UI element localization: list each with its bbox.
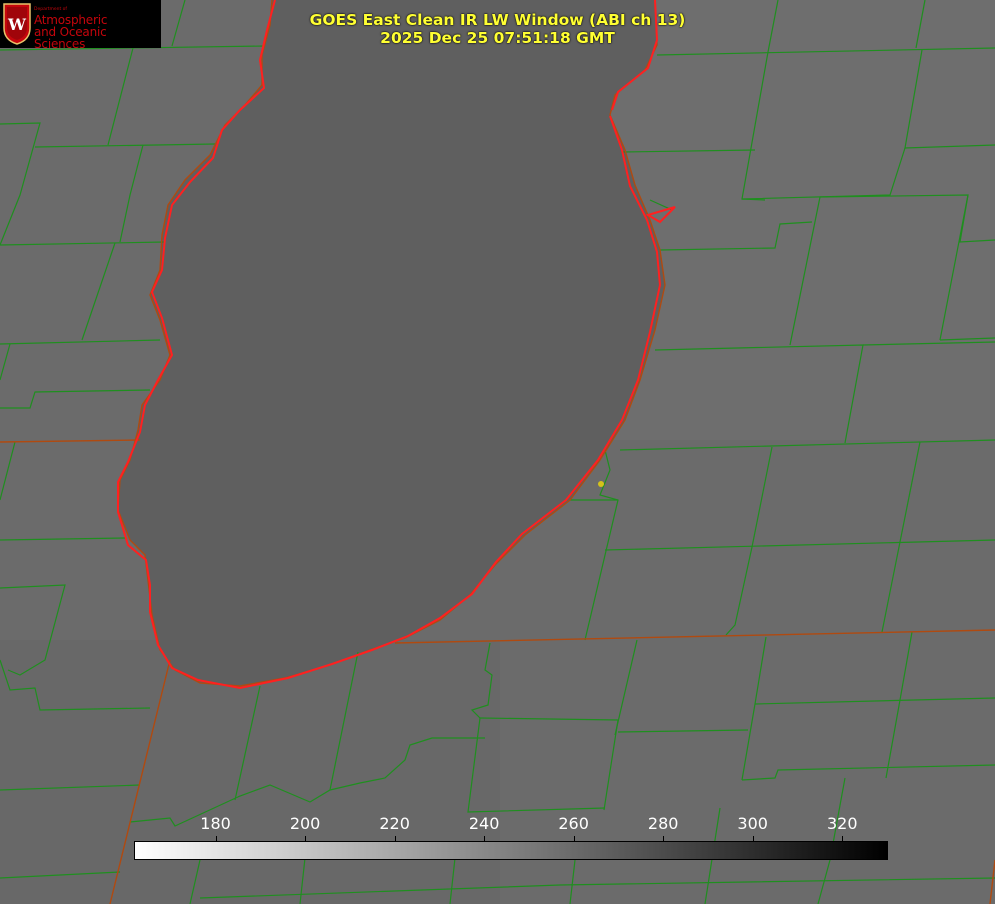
colorbar-tick-mark xyxy=(573,836,575,841)
colorbar-tick-mark xyxy=(484,836,486,841)
colorbar-legend: 180 200 220 240 260 280 300 320 xyxy=(134,814,888,860)
dept-name: Department of Atmospheric and Oceanic Sc… xyxy=(34,7,161,51)
colorbar-tick-label: 220 xyxy=(379,814,410,833)
location-marker xyxy=(598,481,604,487)
colorbar-gradient xyxy=(134,841,888,860)
title-product: GOES East Clean IR LW Window (ABI ch 13) xyxy=(309,11,686,29)
colorbar-tick-label: 280 xyxy=(647,814,679,833)
seal-letter: W xyxy=(8,14,26,34)
colorbar-tick-mark xyxy=(842,836,844,841)
colorbar-tick-label: 200 xyxy=(289,814,321,833)
logo-dept-label: Department of xyxy=(34,7,67,12)
colorbar-tick-label: 240 xyxy=(468,814,500,833)
title-timestamp: 2025 Dec 25 07:51:18 GMT xyxy=(380,29,615,47)
colorbar-tick-mark xyxy=(394,836,396,841)
image-title: GOES East Clean IR LW Window (ABI ch 13)… xyxy=(200,11,795,47)
colorbar-tick-mark xyxy=(663,836,665,841)
colorbar-tick-mark xyxy=(752,836,754,841)
colorbar-tick-label: 260 xyxy=(558,814,589,833)
logo-line2: and Oceanic Sciences xyxy=(34,24,107,51)
colorbar-tick-mark xyxy=(305,836,307,841)
colorbar-tick-label: 320 xyxy=(826,814,858,833)
colorbar-tick-label: 300 xyxy=(737,814,768,833)
dept-logo: W Department of Atmospheric and Oceanic … xyxy=(0,0,161,51)
colorbar-tick-label: 180 xyxy=(200,814,231,833)
logo-line1: Atmospheric xyxy=(34,12,108,27)
map-canvas xyxy=(0,0,995,904)
colorbar-tick-mark xyxy=(215,836,217,841)
satellite-map: W Department of Atmospheric and Oceanic … xyxy=(0,0,995,904)
land-tile xyxy=(600,0,995,440)
